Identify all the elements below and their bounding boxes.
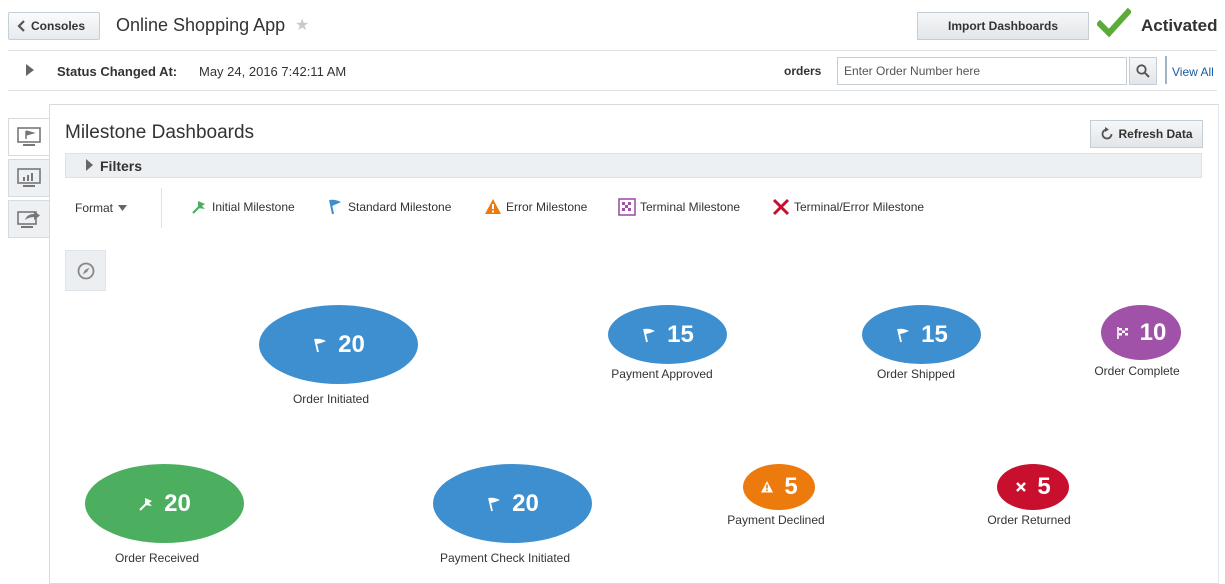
check-icon — [1097, 8, 1131, 38]
milestone-node[interactable]: 5 — [997, 464, 1069, 510]
milestone-node[interactable]: 10 — [1101, 305, 1181, 360]
chevron-down-icon — [118, 205, 128, 211]
format-menu[interactable]: Format — [75, 201, 128, 215]
favorite-star-icon[interactable]: ★ — [295, 15, 309, 35]
legend-label: Initial Milestone — [212, 200, 295, 214]
error-milestone-icon — [485, 199, 501, 214]
standard-milestone-icon — [488, 497, 501, 511]
status-changed-value: May 24, 2016 7:42:11 AM — [199, 64, 347, 79]
milestone-node[interactable]: 5 — [743, 464, 815, 510]
monitor-flag-icon — [17, 127, 41, 146]
milestone-label: Order Received — [114, 551, 200, 565]
milestone-count: 15 — [667, 320, 694, 348]
milestone-count: 15 — [921, 320, 948, 348]
view-all-link[interactable]: View All — [1172, 65, 1214, 79]
header-divider — [8, 50, 1217, 51]
milestone-count: 5 — [1037, 473, 1051, 500]
legend-terminal-error: Terminal/Error Milestone — [772, 198, 924, 216]
standard-milestone-icon — [329, 199, 341, 215]
compass-icon — [77, 262, 94, 279]
orders-label: orders — [784, 64, 822, 78]
legend-label: Terminal Milestone — [640, 200, 741, 214]
milestone-label: Order Complete — [1094, 364, 1180, 378]
milestone-node[interactable]: 20 — [259, 305, 418, 384]
refresh-label: Refresh Data — [1118, 127, 1193, 141]
panel-title: Milestone Dashboards — [65, 122, 255, 143]
legend-terminal: Terminal Milestone — [618, 198, 740, 216]
format-label: Format — [75, 201, 114, 215]
legend-divider — [161, 188, 162, 228]
status-changed-label: Status Changed At: — [57, 64, 178, 79]
monitor-share-icon — [17, 211, 40, 228]
milestone-node[interactable]: 15 — [608, 305, 727, 364]
order-number-input[interactable] — [837, 57, 1127, 85]
consoles-label: Consoles — [31, 19, 86, 33]
milestone-node[interactable]: 15 — [862, 305, 981, 364]
legend-label: Error Milestone — [506, 200, 588, 214]
tab-export[interactable] — [8, 200, 50, 238]
error-milestone-icon — [761, 481, 774, 493]
milestone-count: 20 — [338, 330, 365, 358]
milestone-count: 20 — [164, 489, 191, 517]
monitor-chart-icon — [17, 168, 41, 187]
milestone-label: Order Returned — [987, 513, 1071, 527]
legend-label: Terminal/Error Milestone — [794, 200, 925, 214]
terminal-error-milestone-icon — [1016, 482, 1027, 492]
milestone-label: Payment Check Initiated — [439, 551, 571, 565]
refresh-icon — [1102, 127, 1113, 140]
milestone-label: Order Initiated — [292, 392, 370, 406]
standard-milestone-icon — [314, 338, 327, 352]
compass-button[interactable] — [65, 250, 106, 291]
initial-milestone-icon — [139, 497, 153, 511]
standard-milestone-icon — [643, 328, 656, 342]
tab-milestone-dashboards[interactable] — [8, 118, 50, 156]
legend-standard: Standard Milestone — [326, 198, 451, 216]
toolbar-divider — [1165, 56, 1167, 84]
activation-status: Activated — [1141, 16, 1218, 35]
legend-label: Standard Milestone — [348, 200, 452, 214]
status-divider — [8, 90, 1217, 91]
chevron-left-icon — [17, 20, 25, 32]
refresh-data-button[interactable]: Refresh Data — [1090, 120, 1203, 148]
filters-bar[interactable] — [65, 153, 1202, 178]
expand-triangle-icon[interactable] — [26, 64, 34, 76]
legend-initial: Initial Milestone — [190, 198, 295, 216]
filters-expand-icon[interactable] — [86, 159, 93, 171]
milestone-count: 10 — [1139, 318, 1167, 346]
initial-milestone-icon — [192, 201, 205, 214]
import-dashboards-button[interactable]: Import Dashboards — [917, 12, 1089, 40]
standard-milestone-icon — [897, 328, 910, 342]
consoles-button[interactable]: Consoles — [8, 12, 100, 40]
milestone-label: Payment Declined — [727, 513, 825, 527]
search-button[interactable] — [1129, 57, 1157, 85]
app-title: Online Shopping App — [116, 15, 286, 35]
terminal-error-milestone-icon — [772, 198, 790, 216]
milestone-label: Order Shipped — [876, 367, 956, 381]
terminal-milestone-icon — [618, 198, 636, 216]
filters-label: Filters — [100, 158, 143, 174]
milestone-count: 20 — [512, 489, 539, 517]
terminal-flag-icon — [1116, 326, 1128, 339]
milestone-node[interactable]: 20 — [85, 464, 244, 543]
search-icon — [1136, 64, 1150, 78]
legend-error: Error Milestone — [484, 198, 587, 216]
milestone-node[interactable]: 20 — [433, 464, 592, 543]
milestone-count: 5 — [784, 473, 798, 500]
tab-charts[interactable] — [8, 159, 50, 197]
milestone-label: Payment Approved — [611, 367, 713, 381]
